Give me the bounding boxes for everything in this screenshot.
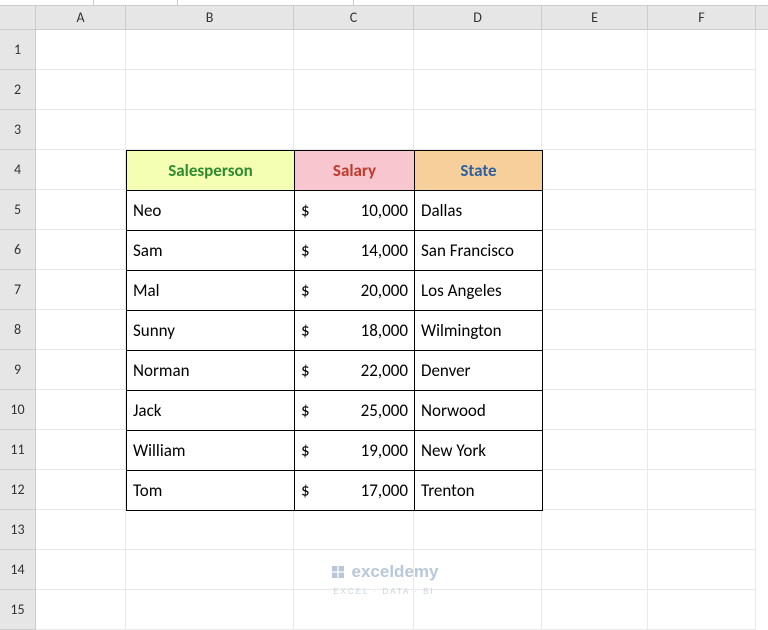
cell-state[interactable]: Wilmington	[415, 311, 543, 351]
table-row: Norman$22,000Denver	[127, 351, 543, 391]
cell-salesperson[interactable]: Mal	[127, 271, 295, 311]
row-header[interactable]: 2	[0, 70, 35, 110]
table-row: William$19,000New York	[127, 431, 543, 471]
col-header[interactable]: C	[294, 6, 414, 29]
cell-salesperson[interactable]: Jack	[127, 391, 295, 431]
grid-area[interactable]: Salesperson Salary State Neo$10,000Dalla…	[36, 30, 768, 630]
row-header[interactable]: 5	[0, 190, 35, 230]
cell-salary[interactable]: $10,000	[295, 191, 415, 231]
row-header[interactable]: 11	[0, 430, 35, 470]
row-header[interactable]: 12	[0, 470, 35, 510]
cell-salary[interactable]: $17,000	[295, 471, 415, 511]
cell-salary[interactable]: $20,000	[295, 271, 415, 311]
cell-state[interactable]: New York	[415, 431, 543, 471]
header-salesperson[interactable]: Salesperson	[127, 151, 295, 191]
row-header[interactable]: 6	[0, 230, 35, 270]
cell-salary[interactable]: $22,000	[295, 351, 415, 391]
select-all-corner[interactable]	[0, 6, 35, 30]
table-row: Tom$17,000Trenton	[127, 471, 543, 511]
logo-icon	[330, 564, 346, 580]
row-header[interactable]: 8	[0, 310, 35, 350]
cell-salary[interactable]: $14,000	[295, 231, 415, 271]
cell-salesperson[interactable]: Neo	[127, 191, 295, 231]
watermark: exceldemy EXCEL · DATA · BI	[0, 562, 768, 596]
cell-state[interactable]: Denver	[415, 351, 543, 391]
row-header[interactable]: 13	[0, 510, 35, 550]
spreadsheet: 1 2 3 4 5 6 7 8 9 10 11 12 13 14 15 A B …	[0, 6, 768, 630]
cell-salary[interactable]: $25,000	[295, 391, 415, 431]
row-header[interactable]: 15	[0, 590, 35, 630]
row-headers: 1 2 3 4 5 6 7 8 9 10 11 12 13 14 15	[0, 6, 36, 630]
row-header[interactable]: 10	[0, 390, 35, 430]
col-header[interactable]: E	[542, 6, 648, 29]
cell-state[interactable]: Los Angeles	[415, 271, 543, 311]
cell-state[interactable]: Norwood	[415, 391, 543, 431]
header-state[interactable]: State	[415, 151, 543, 191]
column-headers: A B C D E F	[36, 6, 768, 30]
cell-state[interactable]: San Francisco	[415, 231, 543, 271]
watermark-tagline: EXCEL · DATA · BI	[0, 587, 768, 596]
row-header[interactable]: 3	[0, 110, 35, 150]
col-header[interactable]: F	[648, 6, 756, 29]
header-salary[interactable]: Salary	[295, 151, 415, 191]
data-table: Salesperson Salary State Neo$10,000Dalla…	[126, 150, 543, 511]
col-header[interactable]: D	[414, 6, 542, 29]
row-header[interactable]: 7	[0, 270, 35, 310]
cell-salesperson[interactable]: Norman	[127, 351, 295, 391]
table-row: Sam$14,000San Francisco	[127, 231, 543, 271]
row-header[interactable]: 9	[0, 350, 35, 390]
cell-state[interactable]: Trenton	[415, 471, 543, 511]
table-header-row: Salesperson Salary State	[127, 151, 543, 191]
watermark-brand: exceldemy	[352, 562, 439, 582]
row-header[interactable]: 4	[0, 150, 35, 190]
cell-salesperson[interactable]: Sam	[127, 231, 295, 271]
table-row: Neo$10,000Dallas	[127, 191, 543, 231]
cell-salesperson[interactable]: Sunny	[127, 311, 295, 351]
table-row: Mal$20,000Los Angeles	[127, 271, 543, 311]
cell-salary[interactable]: $19,000	[295, 431, 415, 471]
cell-salesperson[interactable]: William	[127, 431, 295, 471]
col-header[interactable]: B	[126, 6, 294, 29]
row-header[interactable]: 1	[0, 30, 35, 70]
table-row: Jack$25,000Norwood	[127, 391, 543, 431]
cell-salary[interactable]: $18,000	[295, 311, 415, 351]
col-header[interactable]: A	[36, 6, 126, 29]
table-row: Sunny$18,000Wilmington	[127, 311, 543, 351]
cell-salesperson[interactable]: Tom	[127, 471, 295, 511]
cell-state[interactable]: Dallas	[415, 191, 543, 231]
